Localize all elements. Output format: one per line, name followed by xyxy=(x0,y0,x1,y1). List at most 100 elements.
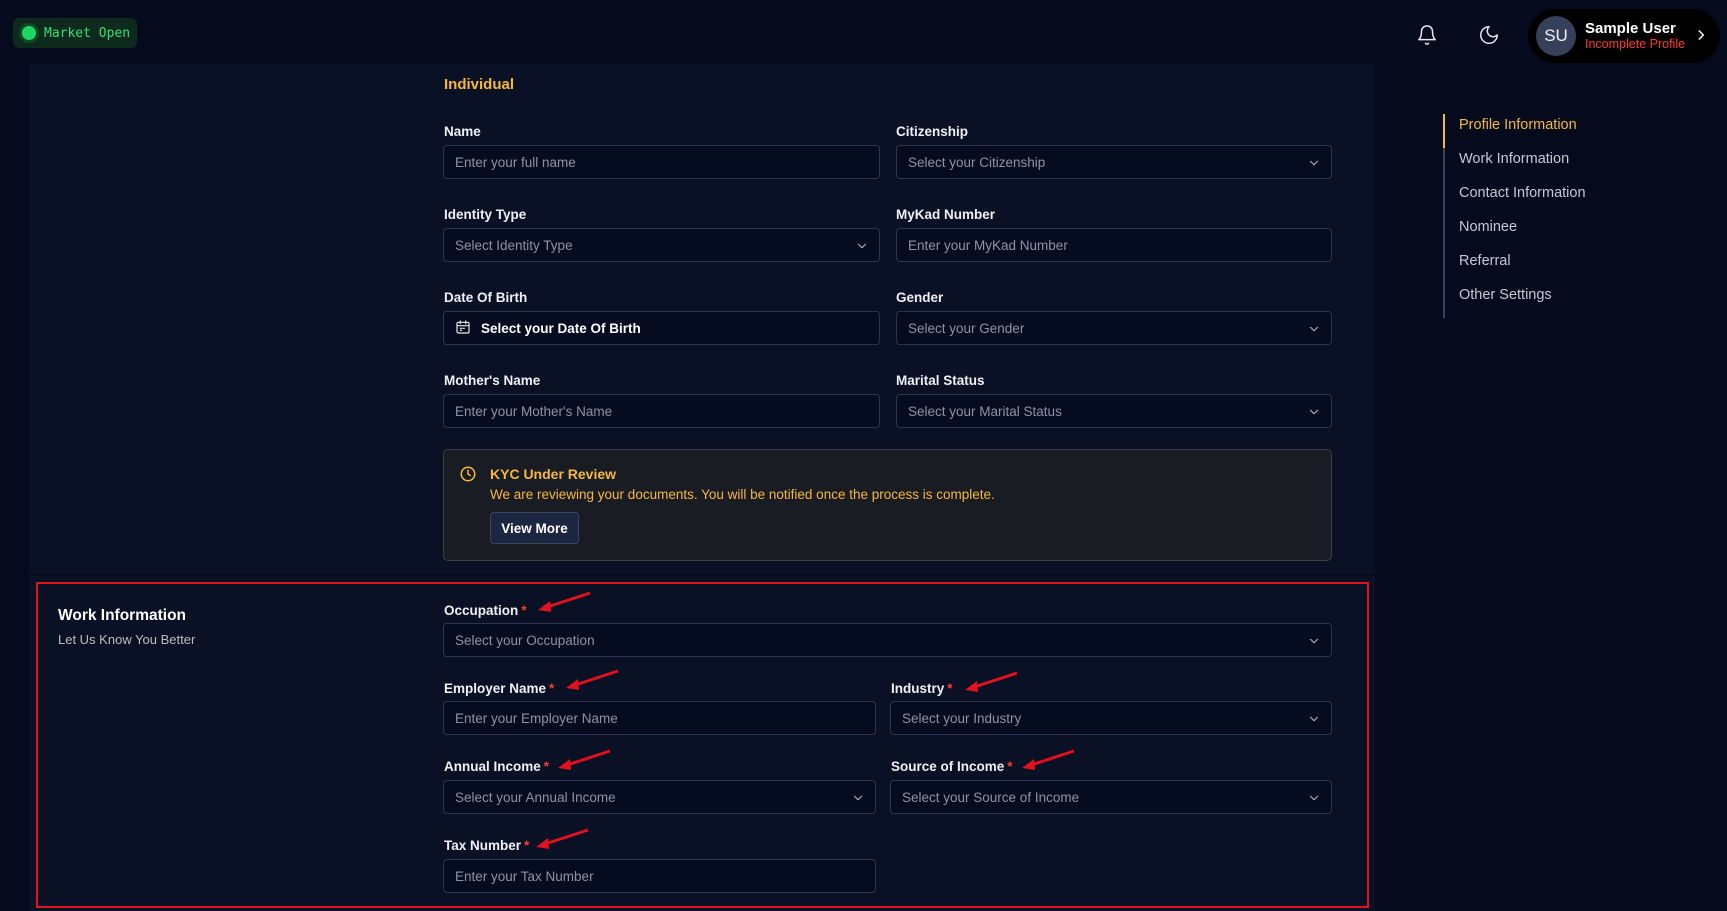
identity-type-placeholder: Select Identity Type xyxy=(455,237,573,253)
marital-status-label: Marital Status xyxy=(896,373,985,388)
industry-label: Industry * xyxy=(891,681,953,696)
source-of-income-label: Source of Income * xyxy=(891,759,1013,774)
annotation-arrow-icon xyxy=(536,828,589,849)
annotation-arrow-icon xyxy=(965,671,1018,692)
nav-label: Work Information xyxy=(1459,151,1570,167)
profile-status: Incomplete Profile xyxy=(1585,37,1686,52)
work-section-subtitle: Let Us Know You Better xyxy=(58,632,196,647)
market-status-badge: Market Open xyxy=(13,18,137,48)
dob-placeholder: Select your Date Of Birth xyxy=(481,320,641,336)
industry-label-text: Industry xyxy=(891,681,945,696)
mother-name-input[interactable] xyxy=(455,395,879,427)
source-of-income-select[interactable]: Select your Source of Income xyxy=(890,780,1332,814)
source-of-income-placeholder: Select your Source of Income xyxy=(902,789,1080,805)
nav-label: Contact Information xyxy=(1459,185,1586,201)
annual-income-placeholder: Select your Annual Income xyxy=(455,789,616,805)
gender-label: Gender xyxy=(896,290,944,305)
industry-placeholder: Select your Industry xyxy=(902,710,1022,726)
employer-name-field[interactable] xyxy=(443,701,876,735)
dark-mode-moon-icon[interactable] xyxy=(1474,20,1504,50)
section-title-individual: Individual xyxy=(444,76,515,93)
nav-item-referral[interactable]: Referral xyxy=(1443,250,1643,284)
occupation-select[interactable]: Select your Occupation xyxy=(443,623,1332,657)
annotation-arrow-icon xyxy=(566,669,619,690)
required-mark: * xyxy=(521,603,527,618)
occupation-label-text: Occupation xyxy=(444,603,519,618)
work-section-title: Work Information xyxy=(58,607,187,624)
user-profile-menu[interactable]: SU Sample User Incomplete Profile xyxy=(1528,9,1720,63)
nav-item-contact-information[interactable]: Contact Information xyxy=(1443,182,1643,216)
view-more-button[interactable]: View More xyxy=(490,512,579,544)
calendar-icon xyxy=(455,319,471,338)
annual-income-label-text: Annual Income xyxy=(444,759,541,774)
notification-bell-icon[interactable] xyxy=(1412,20,1442,50)
nav-label: Profile Information xyxy=(1459,117,1577,133)
nav-item-profile-information[interactable]: Profile Information xyxy=(1443,114,1643,148)
citizenship-placeholder: Select your Citizenship xyxy=(908,154,1046,170)
mykad-label: MyKad Number xyxy=(896,207,996,222)
annual-income-select[interactable]: Select your Annual Income xyxy=(443,780,876,814)
nav-label: Referral xyxy=(1459,253,1511,269)
marital-status-placeholder: Select your Marital Status xyxy=(908,403,1062,419)
nav-label: Nominee xyxy=(1459,219,1518,235)
section-divider xyxy=(29,574,1375,576)
dob-picker[interactable]: Select your Date Of Birth xyxy=(443,311,880,345)
employer-name-label: Employer Name * xyxy=(444,681,554,696)
name-field[interactable] xyxy=(443,145,880,179)
kyc-message: We are reviewing your documents. You wil… xyxy=(490,487,995,502)
identity-type-select[interactable]: Select Identity Type xyxy=(443,228,880,262)
chevron-down-icon xyxy=(1307,712,1321,729)
nav-item-other-settings[interactable]: Other Settings xyxy=(1443,284,1643,318)
required-mark: * xyxy=(549,681,555,696)
required-mark: * xyxy=(524,838,530,853)
industry-select[interactable]: Select your Industry xyxy=(890,701,1332,735)
annotation-arrow-icon xyxy=(558,749,611,770)
user-name: Sample User xyxy=(1585,20,1676,38)
marital-status-select[interactable]: Select your Marital Status xyxy=(896,394,1332,428)
clock-icon xyxy=(459,465,477,488)
mykad-field[interactable] xyxy=(896,228,1332,262)
status-dot-icon xyxy=(22,26,36,40)
identity-type-label: Identity Type xyxy=(444,207,527,222)
employer-name-label-text: Employer Name xyxy=(444,681,547,696)
chevron-down-icon xyxy=(855,239,869,256)
annual-income-label: Annual Income * xyxy=(444,759,549,774)
tax-number-input[interactable] xyxy=(455,860,875,892)
chevron-down-icon xyxy=(1307,634,1321,651)
occupation-placeholder: Select your Occupation xyxy=(455,632,595,648)
gender-select[interactable]: Select your Gender xyxy=(896,311,1332,345)
profile-section-nav: Profile Information Work Information Con… xyxy=(1443,114,1643,318)
required-mark: * xyxy=(1007,759,1013,774)
nav-item-nominee[interactable]: Nominee xyxy=(1443,216,1643,250)
nav-label: Other Settings xyxy=(1459,287,1552,303)
required-mark: * xyxy=(947,681,953,696)
dob-label: Date Of Birth xyxy=(444,290,528,305)
employer-name-input[interactable] xyxy=(455,702,875,734)
name-label: Name xyxy=(444,124,481,139)
kyc-review-notice: KYC Under Review We are reviewing your d… xyxy=(443,449,1332,561)
mykad-input[interactable] xyxy=(908,229,1331,261)
chevron-down-icon xyxy=(851,791,865,808)
chevron-down-icon xyxy=(1307,791,1321,808)
market-status-text: Market Open xyxy=(44,25,131,41)
citizenship-select[interactable]: Select your Citizenship xyxy=(896,145,1332,179)
tax-number-label-text: Tax Number xyxy=(444,838,522,853)
tax-number-label: Tax Number * xyxy=(444,838,529,853)
mother-name-field[interactable] xyxy=(443,394,880,428)
gender-placeholder: Select your Gender xyxy=(908,320,1025,336)
annotation-arrow-icon xyxy=(538,591,591,612)
name-input[interactable] xyxy=(455,146,879,178)
chevron-down-icon xyxy=(1307,405,1321,422)
required-mark: * xyxy=(543,759,550,774)
citizenship-label: Citizenship xyxy=(896,124,969,139)
avatar: SU xyxy=(1536,16,1576,56)
tax-number-field[interactable] xyxy=(443,859,876,893)
occupation-label: Occupation * xyxy=(444,603,527,618)
annotation-arrow-icon xyxy=(1022,749,1075,770)
source-of-income-label-text: Source of Income xyxy=(891,759,1005,774)
mother-name-label: Mother's Name xyxy=(444,373,541,388)
kyc-title: KYC Under Review xyxy=(490,466,617,482)
chevron-down-icon xyxy=(1307,322,1321,339)
nav-item-work-information[interactable]: Work Information xyxy=(1443,148,1643,182)
chevron-down-icon xyxy=(1307,156,1321,173)
